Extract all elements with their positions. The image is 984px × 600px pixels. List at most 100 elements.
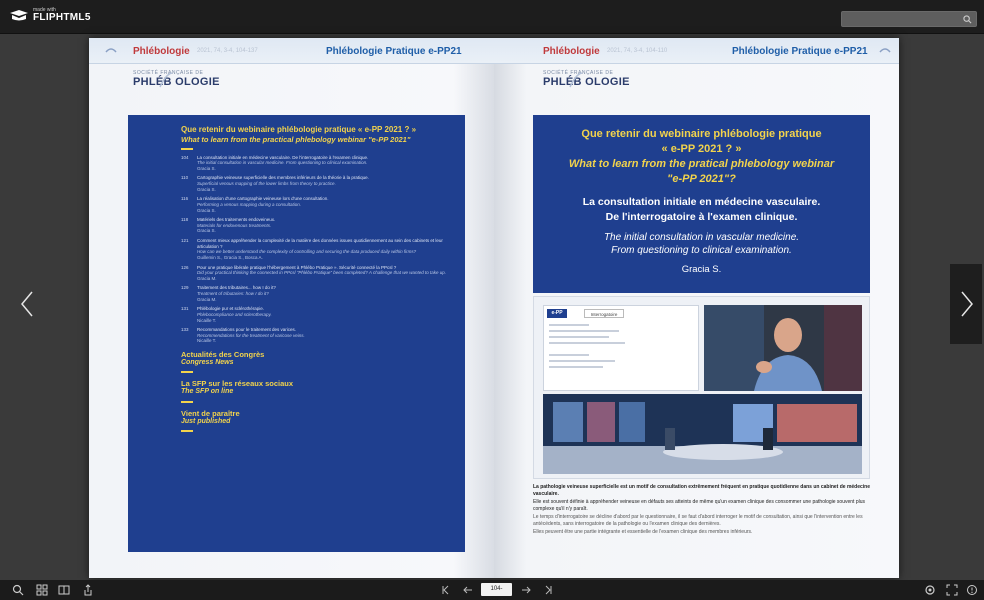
title-fr-line2: « e-PP 2021 ? »: [661, 142, 742, 155]
toc-entry-en: Treatment of tributaries: how I do it?: [197, 291, 269, 297]
search-icon: [963, 15, 972, 24]
next-page-arrow-icon[interactable]: [950, 264, 982, 344]
section-published-fr[interactable]: Vient de paraître: [181, 409, 451, 418]
left-header-title: Phlébologie Pratique e-PP21: [326, 46, 462, 57]
section-congress-en: Congress News: [181, 359, 234, 367]
caption-paragraph-1: Elle est souvent définie à appréhender v…: [533, 499, 865, 512]
yellow-divider: [181, 430, 193, 433]
article-caption: La pathologie veineuse superficielle est…: [533, 484, 870, 536]
toc-item[interactable]: 110 Cartographie veineuse superficielle …: [181, 175, 451, 192]
previous-page-icon[interactable]: [462, 584, 474, 596]
toc-entry-author: Gracia S.: [197, 165, 216, 171]
slide-logo: e-PP: [547, 309, 567, 318]
journal-mark-icon: [105, 48, 117, 53]
toc-page-number: 116: [181, 196, 189, 202]
logo-brand-text: FLIPHTML5: [33, 12, 91, 23]
caption-paragraph-2: Le temps d'interrogatoire se décline d'a…: [533, 514, 863, 527]
toc-entry: Cartographie veineuse superficielle des …: [197, 175, 369, 192]
toc-item[interactable]: 131 Phlébologie pur et sclérothérapie. Ph…: [181, 306, 451, 323]
search-input[interactable]: [841, 11, 977, 27]
left-header-brand: Phlébologie: [133, 46, 190, 57]
toc-entry-en: Phlebocompliance and sclerotherapy.: [197, 311, 272, 317]
subtitle-en: The initial consultation in vascular med…: [533, 231, 870, 258]
zoom-icon[interactable]: [12, 584, 24, 596]
first-page-icon[interactable]: [440, 584, 452, 596]
toc-item[interactable]: 116 La réalisation d'une cartographie ve…: [181, 196, 451, 213]
top-toolbar: made with FLIPHTML5: [0, 0, 984, 34]
studio-illustration: [543, 394, 862, 474]
section-congress-fr[interactable]: Actualités des Congrès: [181, 350, 451, 359]
article-author: Gracia S.: [681, 263, 722, 275]
toc-item[interactable]: 118 Matériels des traitements endoveineu…: [181, 217, 451, 234]
left-page[interactable]: Phlébologie 2021, 74, 3-4, 104-137 Phléb…: [89, 38, 494, 578]
toc-item[interactable]: 126 Pour une pratique libérale pratique …: [181, 265, 451, 282]
right-page-header: Phlébologie 2021, 74, 3-4, 104-110 Phléb…: [494, 38, 899, 64]
left-header-reference: 2021, 74, 3-4, 104-137: [197, 48, 258, 54]
masthead-title: PHLÉB OLOGIE: [133, 76, 220, 88]
fliphtml5-logo[interactable]: made with FLIPHTML5: [9, 8, 91, 23]
book-logo-icon: [10, 9, 28, 20]
left-masthead: SOCIÉTÉ FRANÇAISE DE PHLÉB OLOGIE: [133, 70, 220, 88]
toc-entry-author: Gracia S.: [197, 207, 216, 213]
yellow-divider: [181, 147, 193, 150]
caption-lead: La pathologie veineuse superficielle est…: [533, 484, 871, 497]
yellow-divider: [181, 400, 193, 403]
subtitle-en-line1: The initial consultation in vascular med…: [603, 231, 800, 243]
toc-entry: Phlébologie pur et sclérothérapie. Phlebo…: [197, 306, 272, 323]
last-page-icon[interactable]: [542, 584, 554, 596]
logo-text: made with FLIPHTML5: [33, 8, 91, 23]
fullscreen-icon[interactable]: [946, 584, 958, 596]
right-masthead: SOCIÉTÉ FRANÇAISE DE PHLÉB OLOGIE: [543, 70, 630, 88]
left-page-header: Phlébologie 2021, 74, 3-4, 104-137 Phléb…: [89, 38, 494, 64]
studio-photo: [543, 394, 862, 474]
yellow-divider: [181, 371, 193, 374]
masthead-swoosh-icon: [159, 72, 173, 88]
subtitle-fr-line1: La consultation initiale en médecine vas…: [582, 196, 821, 209]
book-view-icon[interactable]: [58, 584, 70, 596]
speaker-illustration: [704, 305, 862, 391]
toc-entry-author: Gracia S.: [197, 228, 216, 234]
toc-entry: Comment mieux appréhender la complexité …: [197, 238, 451, 261]
toc-entry-fr: Phlébologie pur et sclérothérapie.: [197, 306, 265, 312]
section-published-en: Just published: [181, 417, 231, 425]
toc-entry: La réalisation d'une cartographie veineu…: [197, 196, 329, 213]
right-header-brand: Phlébologie: [543, 46, 600, 57]
toc-entry-fr: La consultation initiale en médecine vas…: [197, 154, 369, 160]
slide-text-line: [549, 342, 625, 344]
toc-entry-fr: Cartographie veineuse superficielle des …: [197, 175, 369, 181]
right-page[interactable]: Phlébologie 2021, 74, 3-4, 104-110 Phléb…: [494, 38, 899, 578]
toc-page-number: 118: [181, 217, 189, 223]
toc-page-number: 131: [181, 306, 189, 312]
next-page-icon[interactable]: [520, 584, 532, 596]
toc-entry-author: Guillemin S., Gracia S., Bosca A.: [197, 254, 263, 260]
speaker-photo: [704, 305, 862, 391]
title-en-line1: What to learn from the pratical phlebolo…: [568, 157, 835, 170]
toc-entry-fr: Recommandations pour le traitement des v…: [197, 327, 297, 333]
thumbnails-icon[interactable]: [36, 584, 48, 596]
toc-entry-fr: Pour une pratique libérale pratique l'hé…: [197, 264, 397, 270]
article-title-box: Que retenir du webinaire phlébologie pra…: [533, 115, 870, 293]
article-photo: e-PP Interrogatoire: [533, 296, 870, 479]
toc-item[interactable]: 133 Recommandations pour le traitement d…: [181, 327, 451, 344]
masthead-swoosh-icon: [569, 72, 583, 88]
toc-item[interactable]: 104 La consultation initiale en médecine…: [181, 155, 451, 172]
toc-entry: Pour une pratique libérale pratique l'hé…: [197, 265, 446, 282]
toc-entry-fr: Traitement des tributaires... how I do i…: [197, 285, 276, 291]
right-header-reference: 2021, 74, 3-4, 104-110: [607, 48, 668, 54]
section-social-fr[interactable]: La SFP sur les réseaux sociaux: [181, 379, 451, 388]
toc-entry-en: The initial consultation in vascular med…: [197, 160, 368, 166]
toc-item[interactable]: 129 Traitement des tributaires... how I …: [181, 285, 451, 302]
caption-paragraph-3: Elles peuvent être une partie intégrante…: [533, 529, 753, 535]
toc-page-number: 129: [181, 285, 189, 291]
toc-entry-author: Gracia M.: [197, 296, 217, 302]
page-number-input[interactable]: 104-105/104: [481, 583, 512, 600]
settings-icon[interactable]: [924, 584, 936, 596]
journal-mark-icon: [879, 48, 891, 53]
more-options-icon[interactable]: [966, 584, 978, 596]
toc-entry-author: Nicaille T.: [197, 338, 217, 344]
slide-text-line: [549, 324, 589, 326]
share-icon[interactable]: [82, 584, 94, 596]
previous-page-arrow-icon[interactable]: [12, 264, 44, 344]
book-spread: Phlébologie 2021, 74, 3-4, 104-137 Phléb…: [89, 38, 899, 578]
toc-item[interactable]: 121 Comment mieux appréhender la complex…: [181, 238, 451, 261]
